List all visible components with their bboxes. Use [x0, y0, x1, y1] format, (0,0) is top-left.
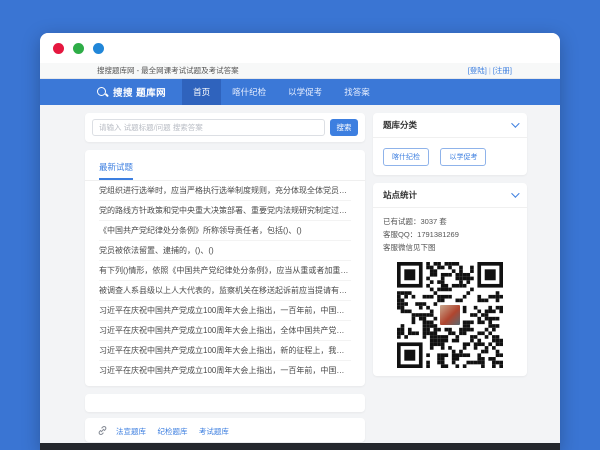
category-header: 题库分类	[373, 113, 527, 138]
friend-link-jijian[interactable]: 纪检题库	[157, 427, 187, 436]
friend-link-kaoshi[interactable]: 考试题库	[199, 427, 229, 436]
category-body: 喀什纪检 以学促考	[373, 138, 527, 175]
nav-item-kashi-jijian[interactable]: 喀什纪检	[221, 79, 277, 105]
category-card: 题库分类 喀什纪检 以学促考	[373, 113, 527, 175]
main-nav: 搜搜 题库网 首页 喀什纪检 以学促考 找答案	[40, 79, 560, 105]
site-stats-body: 已有试题：3037 套 客服QQ：1791381269 客服微信见下图	[373, 208, 527, 368]
question-list-item[interactable]: 党的路线方针政策和党中央重大决策部署、重要党内法规研究制定过程中，应当广泛征求.…	[99, 201, 351, 221]
main-column: 搜索 最新试题 党组织进行选举时，应当严格执行选举制度规则，充分体现全体党员的意…	[85, 113, 365, 442]
chevron-down-icon[interactable]	[511, 119, 520, 128]
friend-link-faxuan[interactable]: 法宣题库	[116, 427, 146, 436]
site-logo[interactable]: 搜搜 题库网	[97, 79, 166, 105]
wechat-avatar	[438, 303, 462, 327]
window-close-button[interactable]	[53, 42, 64, 54]
window-dark-footer	[40, 443, 560, 450]
page-title: 搜搜题库网 - 最全网课考试试题及考试答案	[97, 66, 239, 75]
question-list-item[interactable]: 习近平在庆祝中国共产党成立100周年大会上指出，一百年前，中国共产党成立时只有(…	[99, 301, 351, 321]
tab-latest-questions[interactable]: 最新试题	[99, 161, 134, 180]
pagination-card	[85, 394, 365, 412]
friend-links-card: 法宣题库 纪检题库 考试题库	[85, 418, 365, 442]
site-stats-header: 站点统计	[373, 183, 527, 208]
logo-text: 搜搜 题库网	[113, 88, 167, 99]
window-minimize-button[interactable]	[73, 42, 84, 54]
wechat-qr-code	[397, 262, 503, 368]
question-list-item[interactable]: 习近平在庆祝中国共产党成立100周年大会上指出，一百年前，中国共产党的先驱们创建…	[99, 361, 351, 381]
window-maximize-button[interactable]	[93, 42, 104, 54]
auth-separator: |	[488, 66, 491, 75]
category-button-yixuecukao[interactable]: 以学促考	[440, 148, 487, 166]
nav-item-yixuecukao[interactable]: 以学促考	[277, 79, 333, 105]
search-card: 搜索	[85, 113, 365, 142]
question-list-item[interactable]: 《中国共产党纪律处分条例》所称领导责任者，包括()、()	[99, 221, 351, 241]
login-link[interactable]: [登陆]	[468, 66, 487, 75]
question-list-item[interactable]: 习近平在庆祝中国共产党成立100周年大会上指出，全体中国共产党员！党中央号召你们…	[99, 321, 351, 341]
nav-item-home[interactable]: 首页	[182, 79, 222, 105]
question-list-item[interactable]: 有下列()情形，依照《中国共产党纪律处分条例》，应当从重或者加重处分。()	[99, 261, 351, 281]
search-icon	[97, 86, 108, 98]
category-title: 题库分类	[383, 120, 418, 130]
question-list-item[interactable]: 习近平在庆祝中国共产党成立100周年大会上指出，新的征程上，我们必须紧紧依靠人民…	[99, 341, 351, 361]
browser-window: 搜搜题库网 - 最全网课考试试题及考试答案 [登陆] | [注册] 搜搜 题库网 首…	[40, 33, 560, 450]
question-list-item[interactable]: 党员被依法留置、逮捕的，()、()	[99, 241, 351, 261]
page-content: 搜索 最新试题 党组织进行选举时，应当严格执行选举制度规则，充分体现全体党员的意…	[40, 105, 560, 443]
register-link[interactable]: [注册]	[493, 66, 512, 75]
search-button[interactable]: 搜索	[330, 119, 358, 136]
site-stats-title: 站点统计	[383, 190, 418, 200]
category-button-kashi-jijian[interactable]: 喀什纪检	[383, 148, 429, 166]
question-list-item[interactable]: 被调查人系县级以上人大代表的，监察机关在移送起诉前应当提请有关机关依法()其人大…	[99, 281, 351, 301]
site-topbar: 搜搜题库网 - 最全网课考试试题及考试答案 [登陆] | [注册]	[40, 63, 560, 79]
window-titlebar	[40, 33, 560, 63]
stat-wechat-note: 客服微信见下图	[383, 243, 436, 252]
nav-item-find-answers[interactable]: 找答案	[333, 79, 381, 105]
tab-row: 最新试题	[85, 150, 365, 181]
question-list-item[interactable]: 党组织进行选举时，应当严格执行选举制度规则，充分体现全体党员的意志。	[99, 181, 351, 201]
sidebar: 题库分类 喀什纪检 以学促考 站点统计 已有试题：3037 套 客服QQ：179…	[373, 113, 527, 376]
friend-links: 法宣题库 纪检题库 考试题库	[116, 421, 236, 439]
latest-questions-card: 最新试题 党组织进行选举时，应当严格执行选举制度规则，充分体现全体党员的意志。 …	[85, 150, 365, 386]
auth-links: [登陆] | [注册]	[468, 65, 512, 76]
chevron-down-icon[interactable]	[511, 189, 520, 198]
site-stats-card: 站点统计 已有试题：3037 套 客服QQ：1791381269 客服微信见下图	[373, 183, 527, 376]
link-icon	[98, 425, 107, 435]
stat-total-questions: 已有试题：3037 套	[383, 217, 447, 226]
stat-service-qq: 客服QQ：1791381269	[383, 230, 459, 239]
search-input[interactable]	[92, 119, 325, 136]
